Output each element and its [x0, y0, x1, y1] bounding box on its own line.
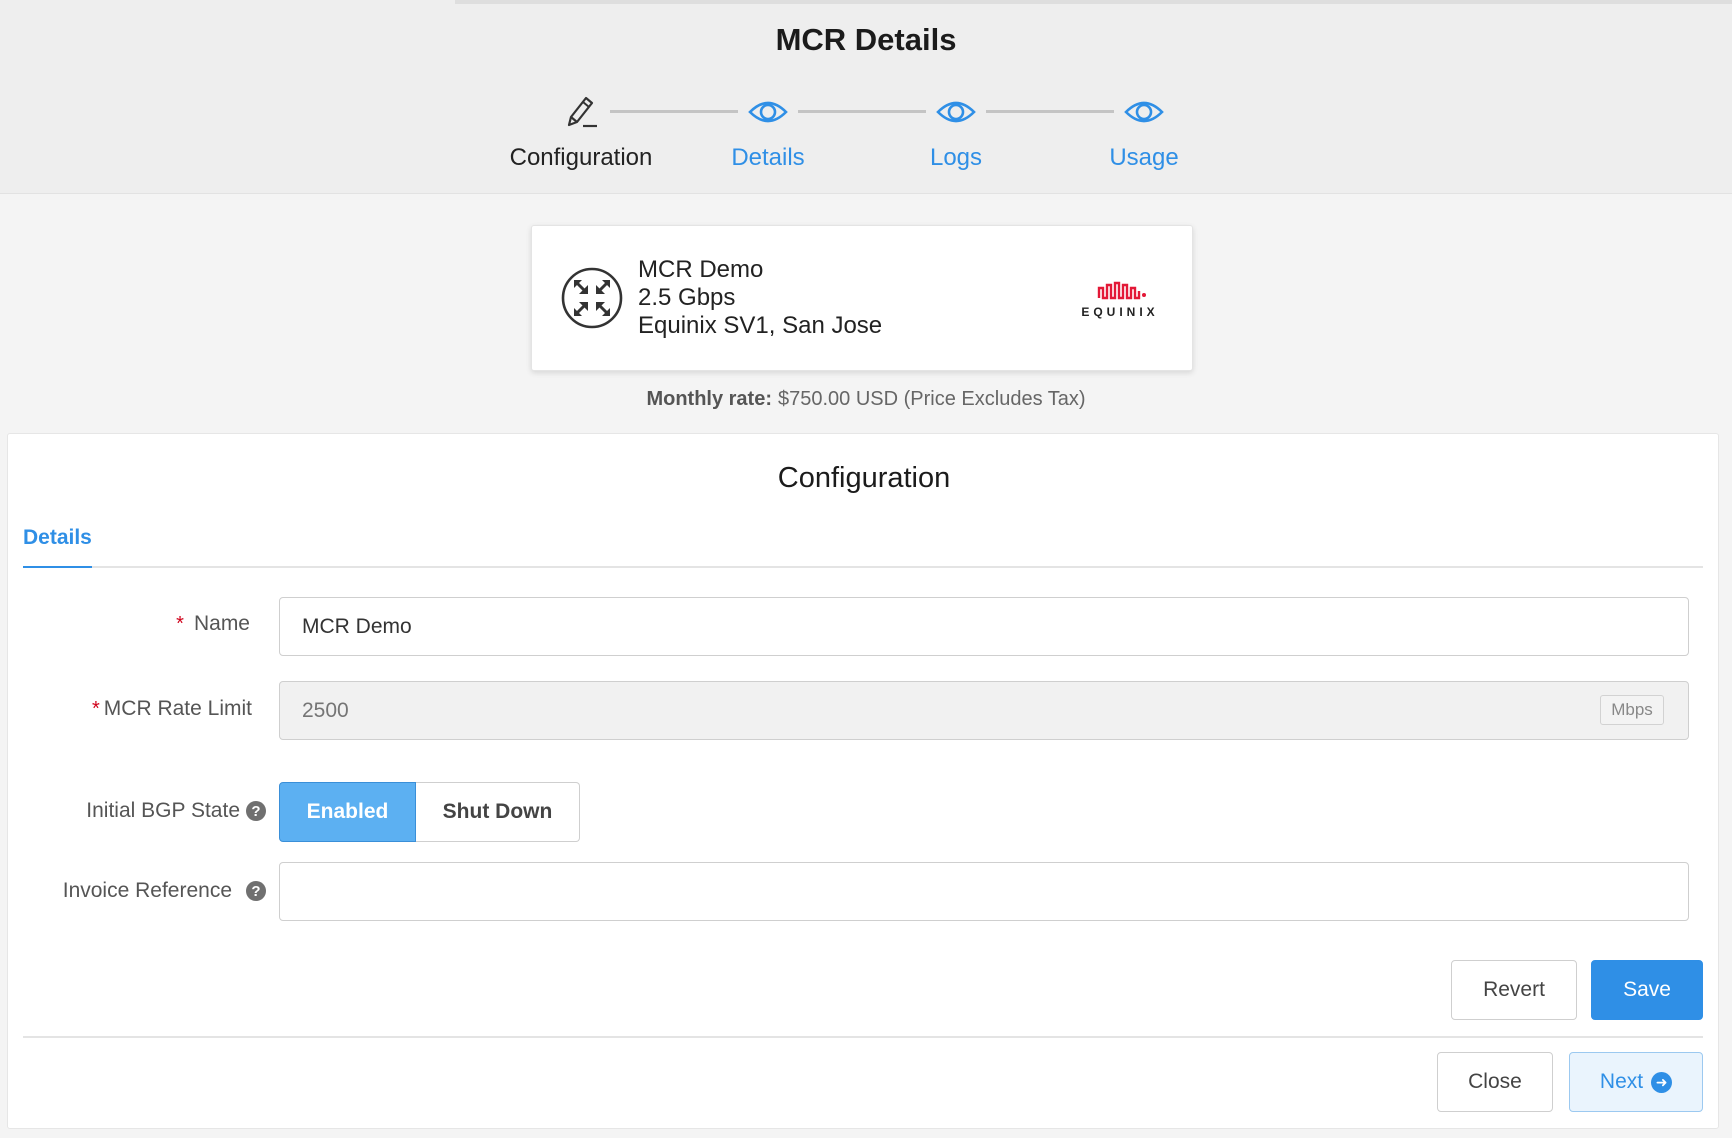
eye-icon: [936, 101, 976, 123]
wizard-stepper: Configuration Details Logs Usage: [0, 90, 1732, 180]
bgp-state-label-text: Initial BGP State: [86, 799, 240, 822]
help-icon[interactable]: ?: [246, 881, 266, 901]
monthly-rate-value: $750.00 USD (Price Excludes Tax): [778, 388, 1086, 410]
mcr-details-page: MCR Details Configuration Details Logs U…: [0, 0, 1732, 1138]
help-icon[interactable]: ?: [246, 801, 266, 821]
rate-limit-label: * MCR Rate Limit: [92, 697, 252, 721]
required-mark: *: [92, 697, 100, 720]
mcr-location: Equinix SV1, San Jose: [638, 312, 883, 339]
page-title: MCR Details: [775, 22, 957, 57]
mcr-summary-text: MCR Demo 2.5 Gbps Equinix SV1, San Jose: [638, 256, 882, 340]
invoice-reference-label: Invoice Reference ?: [63, 879, 266, 903]
next-button[interactable]: Next ➜: [1569, 1052, 1703, 1112]
configuration-panel: Configuration Details * Name * MCR Rate …: [7, 433, 1719, 1129]
monthly-rate: Monthly rate: $750.00 USD (Price Excludes…: [0, 388, 1732, 411]
header-top-border: [455, 0, 1732, 4]
bgp-state-label: Initial BGP State ?: [86, 799, 266, 823]
svg-text:EQUINIX: EQUINIX: [1081, 305, 1158, 319]
monthly-rate-label: Monthly rate:: [646, 388, 772, 410]
footer-divider: [23, 1036, 1703, 1038]
invoice-reference-label-text: Invoice Reference: [62, 879, 232, 902]
close-button[interactable]: Close: [1437, 1052, 1553, 1112]
eye-icon: [748, 101, 788, 123]
rate-limit-label-text: MCR Rate Limit: [103, 697, 252, 720]
next-label: Next: [1599, 1070, 1644, 1093]
bgp-shutdown-button[interactable]: Shut Down: [416, 782, 580, 842]
page-header: MCR Details Configuration Details Logs U…: [0, 0, 1732, 194]
bgp-enabled-button[interactable]: Enabled: [279, 782, 416, 842]
mcr-arrows-icon: [561, 267, 623, 329]
arrow-right-circle-icon: ➜: [1651, 1071, 1673, 1093]
mcr-name: MCR Demo: [638, 256, 764, 283]
name-input[interactable]: [279, 597, 1689, 656]
invoice-reference-input[interactable]: [279, 862, 1689, 921]
unit-badge: Mbps: [1600, 695, 1664, 725]
mcr-speed: 2.5 Gbps: [638, 284, 736, 311]
configuration-title: Configuration: [777, 462, 951, 494]
eye-icon: [1124, 101, 1164, 123]
step-label: Usage: [1109, 144, 1179, 171]
name-label-text: Name: [193, 612, 250, 635]
revert-button[interactable]: Revert: [1451, 960, 1577, 1020]
save-button[interactable]: Save: [1591, 960, 1703, 1020]
required-mark: *: [176, 612, 184, 635]
name-label: * Name: [176, 612, 250, 636]
rate-limit-input: [279, 681, 1689, 740]
mcr-summary-card: MCR Demo 2.5 Gbps Equinix SV1, San Jose …: [531, 225, 1193, 371]
equinix-logo: EQUINIX: [1081, 281, 1158, 319]
config-tab-bar: Details: [23, 514, 1703, 568]
step-usage[interactable]: Usage: [1024, 90, 1264, 172]
bgp-state-toggle: Enabled Shut Down: [279, 782, 580, 842]
pencil-icon: [567, 96, 597, 128]
tab-details[interactable]: Details: [23, 514, 92, 568]
